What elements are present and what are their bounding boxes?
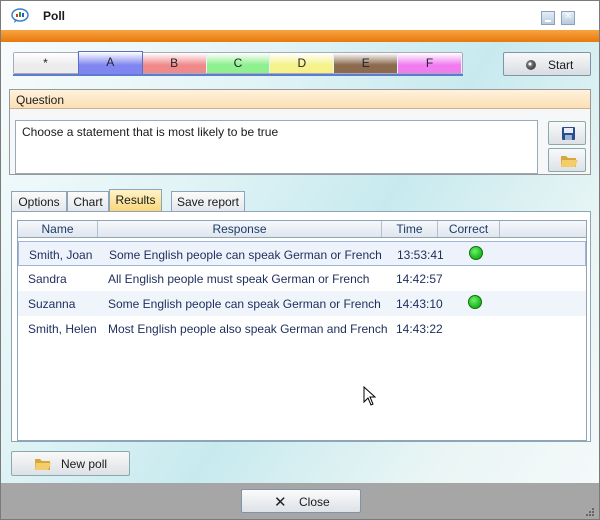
- start-button[interactable]: Start: [503, 52, 591, 76]
- resize-grip-icon[interactable]: [585, 507, 595, 517]
- results-grid: Name Response Time Correct Smith, Joan So…: [17, 220, 587, 441]
- results-panel: Name Response Time Correct Smith, Joan So…: [11, 211, 591, 442]
- question-input[interactable]: Choose a statement that is most likely t…: [15, 120, 538, 174]
- footer-bar: ✕ Close: [1, 483, 599, 519]
- cell-name: Suzanna: [28, 297, 76, 311]
- choice-c[interactable]: C: [206, 53, 271, 73]
- record-icon: [526, 60, 536, 70]
- cell-time: 14:43:22: [396, 322, 443, 336]
- cell-name: Smith, Helen: [28, 322, 97, 336]
- tab-options[interactable]: Options: [11, 191, 67, 211]
- choice-underline: [13, 74, 463, 76]
- tab-results[interactable]: Results: [109, 189, 162, 211]
- cell-time: 13:53:41: [397, 248, 444, 262]
- close-button-label: Close: [299, 495, 330, 509]
- cell-name: Smith, Joan: [29, 248, 93, 262]
- tab-save-report[interactable]: Save report: [171, 191, 245, 211]
- new-poll-label: New poll: [61, 457, 108, 471]
- open-question-button[interactable]: [548, 148, 586, 172]
- close-button[interactable]: ✕ Close: [241, 489, 361, 513]
- tab-chart[interactable]: Chart: [67, 191, 109, 211]
- main-content: * A B C D E F Start Question Choose a statemen…: [1, 42, 599, 483]
- mouse-pointer-icon: [363, 386, 377, 406]
- close-x-icon: ✕: [274, 494, 287, 511]
- column-header-correct[interactable]: Correct: [438, 221, 500, 237]
- table-row[interactable]: Suzanna Some English people can speak Ger…: [18, 291, 586, 316]
- table-row[interactable]: Sandra All English people must speak Germ…: [18, 266, 586, 291]
- correct-indicator-icon: [469, 246, 483, 260]
- new-poll-button[interactable]: New poll: [11, 451, 130, 476]
- cell-time: 14:43:10: [396, 297, 443, 311]
- choice-f[interactable]: F: [398, 53, 463, 73]
- start-button-label: Start: [548, 58, 574, 72]
- cell-response: All English people must speak German or …: [108, 272, 370, 286]
- close-window-button[interactable]: [561, 11, 575, 25]
- choice-all[interactable]: *: [14, 53, 78, 73]
- question-label: Question: [16, 93, 65, 107]
- correct-indicator-icon: [468, 295, 482, 309]
- grid-header: Name Response Time Correct: [18, 221, 586, 238]
- cell-response: Most English people also speak German an…: [108, 322, 388, 336]
- folder-icon: [35, 459, 51, 470]
- choice-b[interactable]: B: [142, 53, 207, 73]
- table-row[interactable]: Smith, Helen Most English people also spe…: [18, 316, 586, 341]
- column-header-name[interactable]: Name: [18, 221, 98, 237]
- choice-selector: * A B C D E F: [13, 51, 463, 75]
- title-accent-bar: [1, 30, 599, 42]
- title-bar: Poll: [1, 1, 599, 29]
- cell-name: Sandra: [28, 272, 67, 286]
- minimize-button[interactable]: [541, 11, 555, 25]
- floppy-disk-icon: [562, 127, 575, 140]
- column-header-time[interactable]: Time: [382, 221, 438, 237]
- choice-e[interactable]: E: [334, 53, 399, 73]
- choice-a[interactable]: A: [77, 51, 143, 75]
- question-header: Question: [10, 90, 590, 109]
- question-panel: Question Choose a statement that is most…: [9, 89, 591, 175]
- cell-response: Some English people can speak German or …: [108, 297, 381, 311]
- table-row[interactable]: Smith, Joan Some English people can speak…: [18, 241, 586, 266]
- save-question-button[interactable]: [548, 121, 586, 145]
- folder-icon: [561, 156, 578, 167]
- cell-time: 14:42:57: [396, 272, 443, 286]
- window-title: Poll: [43, 9, 66, 23]
- poll-app-icon: [11, 8, 29, 23]
- cell-response: Some English people can speak German or …: [109, 248, 382, 262]
- poll-window: Poll *ABCDEF Start Question Choose a sta…: [0, 0, 600, 520]
- choice-d[interactable]: D: [270, 53, 335, 73]
- column-header-response[interactable]: Response: [98, 221, 382, 237]
